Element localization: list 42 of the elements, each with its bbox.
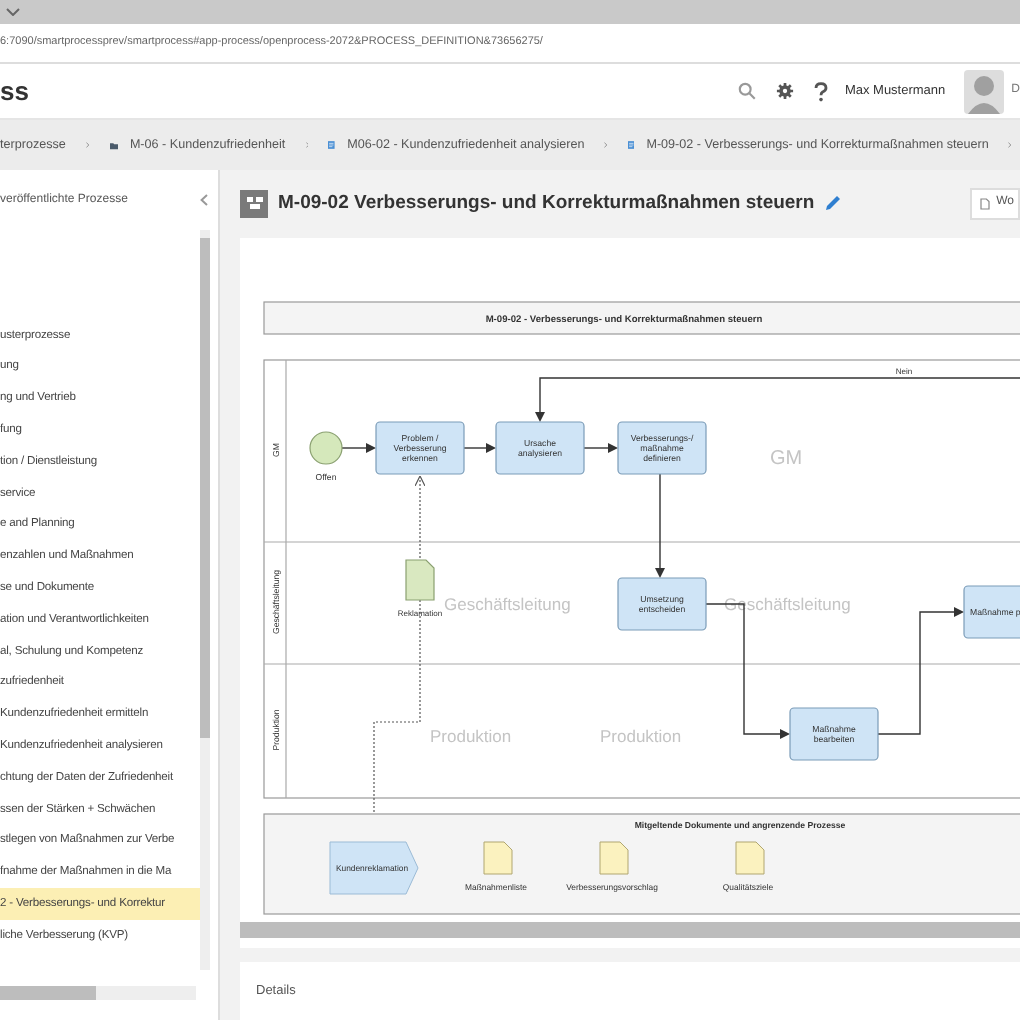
chevron-right-icon: [85, 140, 90, 150]
lane-watermark: Produktion: [600, 725, 682, 746]
lane-watermark: GM: [770, 447, 803, 470]
sequence-arrow: [463, 442, 496, 453]
lane-watermark: Geschäftsleitung: [724, 593, 851, 614]
document-icon: [328, 138, 336, 152]
sequence-arrow: [655, 473, 665, 578]
process-icon: [240, 189, 268, 218]
task-box: [495, 421, 585, 475]
document-icon: [627, 138, 635, 152]
scrollbar-thumb[interactable]: [200, 238, 210, 738]
lane-watermark: Geschäftsleitung: [444, 593, 571, 614]
scrollbar-thumb[interactable]: [0, 986, 96, 1000]
folder-icon: [109, 139, 118, 151]
task-box: [789, 707, 879, 761]
avatar-icon[interactable]: [963, 69, 1004, 113]
sequence-arrow: [341, 442, 376, 453]
pencil-icon[interactable]: [824, 194, 843, 213]
search-icon[interactable]: [738, 82, 757, 100]
process-title: M-09-02 Verbesserungs- und Korrekturmaßnahmen steuern: [278, 189, 815, 218]
document-shape: [599, 841, 629, 875]
collapse-icon[interactable]: [200, 194, 208, 206]
start-event: [309, 431, 343, 465]
task-box: [375, 421, 465, 475]
document-shape: [483, 841, 513, 875]
settings-icon[interactable]: [776, 82, 795, 100]
scrollbar[interactable]: [240, 921, 1020, 938]
help-icon[interactable]: [814, 81, 829, 101]
document-shape: [405, 559, 435, 601]
task-box: [963, 585, 1020, 639]
process-shape: [329, 841, 419, 895]
app-title: ss: [0, 73, 29, 110]
scrollbar[interactable]: [200, 230, 210, 970]
scrollbar[interactable]: [0, 986, 196, 1000]
task-box: [617, 421, 707, 475]
sequence-arrow: [583, 442, 618, 453]
chevron-down-icon[interactable]: [6, 8, 20, 16]
document-icon: [980, 197, 991, 210]
task-box: [617, 577, 707, 631]
document-shape: [735, 841, 765, 875]
sequence-arrow: [875, 606, 964, 735]
lane-watermark: Produktion: [430, 725, 512, 746]
